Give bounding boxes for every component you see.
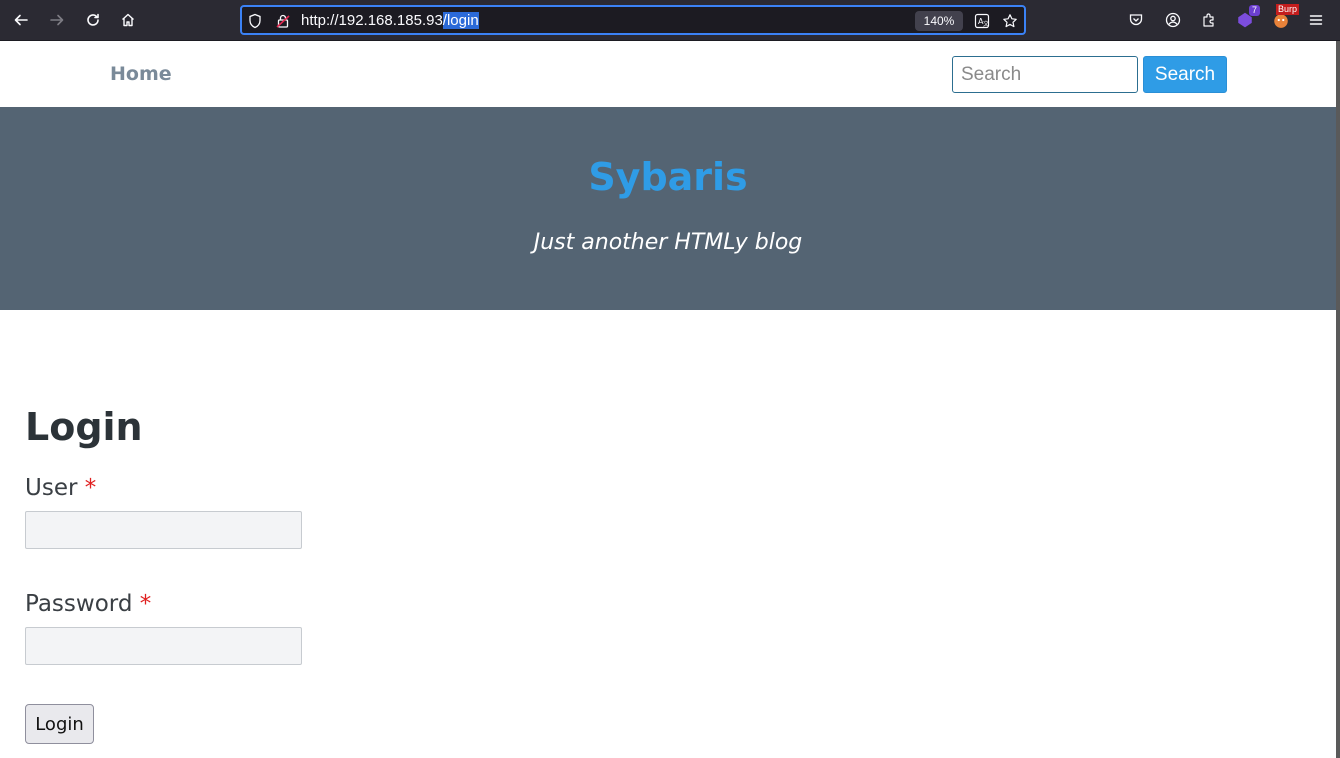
forward-arrow-icon [50,14,64,26]
pocket-icon [1129,14,1143,26]
browser-toolbar: http://192.168.185.93/login 140% A文 7 Bu… [0,0,1340,41]
search-button[interactable]: Search [1143,56,1227,93]
account-icon [1165,12,1181,28]
extensions-button[interactable] [1198,9,1220,31]
puzzle-piece-icon [1203,13,1214,27]
user-input[interactable] [25,511,302,549]
password-input[interactable] [25,627,302,665]
login-heading: Login [25,405,143,449]
site-header-banner: Sybaris Just another HTMLy blog [0,107,1336,310]
url-host: http://192.168.185.93 [301,12,443,29]
required-marker: * [84,475,97,501]
site-navbar: Home Search [0,41,1336,107]
page-content: Home Search Sybaris Just another HTMLy b… [0,41,1336,758]
hamburger-menu-icon [1309,15,1323,25]
nav-home-link[interactable]: Home [110,63,172,85]
home-button[interactable] [116,8,140,32]
login-submit-button[interactable]: Login [25,704,94,744]
reload-button[interactable] [81,8,105,32]
back-button[interactable] [9,8,33,32]
site-title[interactable]: Sybaris [0,155,1336,199]
password-label: Password * [25,591,151,617]
svg-text:文: 文 [983,20,989,28]
burp-extension-button[interactable]: Burp [1270,4,1300,31]
search-input[interactable] [952,56,1138,93]
password-label-text: Password [25,591,133,617]
reload-icon [87,13,99,26]
page-scrollbar[interactable] [1336,41,1340,758]
tracking-shield-icon[interactable] [246,12,264,30]
zoom-level-badge[interactable]: 140% [915,11,963,31]
url-path-selected: /login [442,12,479,29]
account-button[interactable] [1162,9,1184,31]
site-tagline: Just another HTMLy blog [533,230,803,255]
back-arrow-icon [14,14,28,26]
extension-purple-button[interactable]: 7 [1234,5,1260,31]
home-icon [122,13,134,27]
url-bar[interactable]: http://192.168.185.93/login 140% A文 [240,5,1026,35]
burp-label-badge: Burp [1276,4,1300,15]
translate-icon[interactable]: A文 [973,12,991,30]
required-marker: * [139,591,152,617]
user-label: User * [25,475,96,501]
user-label-text: User [25,475,78,501]
url-text[interactable]: http://192.168.185.93/login [301,12,479,30]
bookmark-star-icon[interactable] [1001,12,1019,30]
forward-button[interactable] [45,8,69,32]
extension-count-badge: 7 [1248,5,1260,16]
insecure-lock-icon[interactable] [274,12,292,30]
app-menu-button[interactable] [1305,9,1327,31]
pocket-button[interactable] [1125,9,1147,31]
